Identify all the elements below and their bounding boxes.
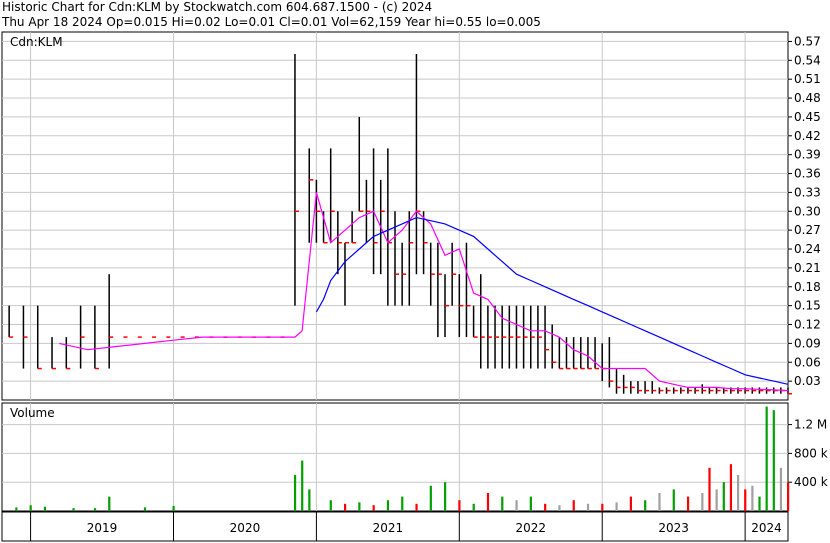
- volume-bar: [401, 496, 404, 511]
- volume-bar: [486, 493, 490, 511]
- volume-bar: [358, 502, 361, 511]
- volume-bar: [715, 489, 718, 511]
- volume-bar: [787, 482, 790, 511]
- price-tick-label: 0.24: [794, 242, 821, 256]
- price-tick-label: 0.36: [794, 167, 821, 181]
- volume-bar: [736, 475, 740, 511]
- volume-tick-label: 1.2 M: [794, 418, 827, 432]
- volume-bar: [415, 503, 418, 511]
- price-tick-label: 0.03: [794, 374, 821, 388]
- volume-bar: [343, 503, 347, 511]
- year-label: 2022: [515, 521, 546, 535]
- volume-bar: [686, 496, 690, 511]
- year-label: 2021: [373, 521, 404, 535]
- price-tick-label: 0.33: [794, 185, 821, 199]
- volume-bar: [43, 506, 47, 511]
- volume-bar: [758, 496, 761, 511]
- volume-bar: [586, 503, 590, 511]
- volume-bar: [293, 475, 297, 511]
- volume-bar: [15, 507, 18, 511]
- volume-bar: [701, 493, 704, 511]
- volume-bar: [772, 410, 775, 511]
- volume-bar: [108, 496, 111, 511]
- volume-bar: [751, 485, 754, 511]
- volume-bar: [765, 406, 768, 511]
- volume-bar: [458, 500, 461, 511]
- volume-bar: [72, 508, 75, 511]
- year-label: 2023: [658, 521, 689, 535]
- volume-bar: [644, 500, 647, 511]
- volume-bar: [615, 502, 618, 511]
- price-tick-label: 0.57: [794, 34, 821, 48]
- price-tick-label: 0.48: [794, 91, 821, 105]
- volume-bar: [386, 500, 390, 511]
- price-tick-label: 0.09: [794, 336, 821, 350]
- volume-bar: [143, 507, 147, 511]
- price-tick-label: 0.12: [794, 318, 821, 332]
- volume-bar: [658, 493, 661, 511]
- volume-panel-frame: [1, 402, 789, 512]
- symbol-label: Cdn:KLM: [10, 35, 63, 49]
- price-tick-label: 0.45: [794, 110, 821, 124]
- volume-tick-label: 400 k: [794, 475, 828, 489]
- volume-bar: [472, 503, 475, 511]
- volume-bar: [629, 496, 632, 511]
- price-tick-label: 0.39: [794, 148, 821, 162]
- volume-label: Volume: [10, 406, 55, 420]
- volume-bar: [429, 485, 432, 511]
- volume-bar: [515, 500, 518, 511]
- price-tick-label: 0.27: [794, 223, 821, 237]
- volume-bar: [722, 482, 725, 511]
- volume-bar: [29, 505, 32, 511]
- price-tick-label: 0.21: [794, 261, 821, 275]
- volume-tick-label: 800 k: [794, 446, 828, 460]
- year-label: 2019: [87, 521, 118, 535]
- volume-bar: [444, 482, 447, 511]
- price-tick-label: 0.15: [794, 299, 821, 313]
- price-tick-label: 0.06: [794, 355, 821, 369]
- volume-bar: [301, 460, 304, 511]
- stockwatch-chart-page: Historic Chart for Cdn:KLM by Stockwatch…: [0, 0, 830, 543]
- volume-bar: [572, 500, 575, 511]
- price-volume-chart: 2019 2020 2021 2022 2023 2024 0.57 0.54 0.51 0.48…: [1, 31, 828, 542]
- volume-bar: [372, 505, 375, 511]
- year-label: 2020: [230, 521, 261, 535]
- volume-bar: [558, 505, 561, 511]
- volume-bar: [93, 508, 97, 511]
- volume-bar: [308, 489, 311, 511]
- volume-bar: [544, 503, 547, 511]
- volume-bar: [672, 489, 675, 511]
- price-tick-label: 0.18: [794, 280, 821, 294]
- volume-bar: [329, 500, 332, 511]
- volume-bar: [172, 505, 175, 511]
- price-tick-label: 0.54: [794, 53, 821, 67]
- volume-bar: [708, 467, 711, 511]
- price-tick-label: 0.30: [794, 204, 821, 218]
- volume-bar: [729, 464, 733, 511]
- volume-bar: [601, 503, 604, 511]
- price-tick-label: 0.42: [794, 129, 821, 143]
- volume-bar: [529, 496, 532, 511]
- volume-bar: [779, 467, 783, 511]
- price-tick-label: 0.51: [794, 72, 821, 86]
- year-label: 2024: [751, 521, 782, 535]
- volume-bar: [744, 489, 747, 511]
- volume-bar: [501, 496, 504, 511]
